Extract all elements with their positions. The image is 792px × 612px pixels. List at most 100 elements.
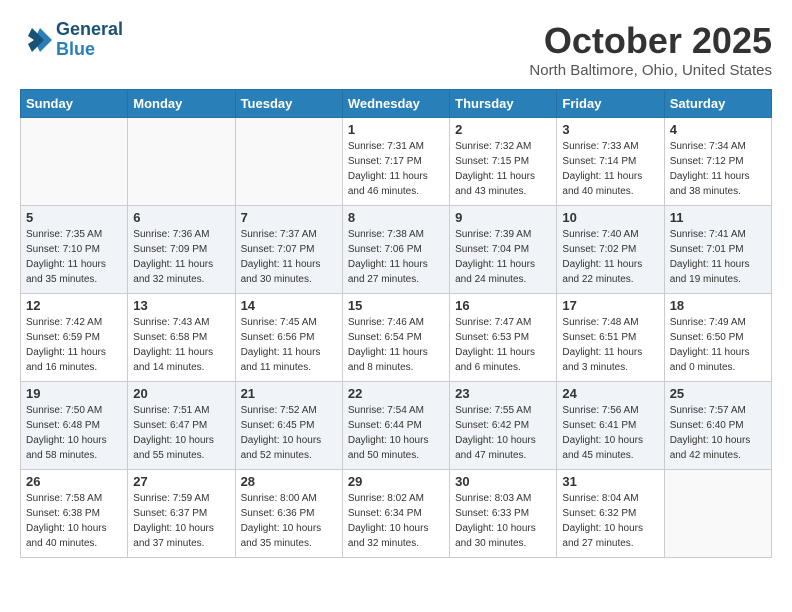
day-number: 28 bbox=[241, 474, 337, 489]
day-cell bbox=[128, 118, 235, 206]
day-cell: 15Sunrise: 7:46 AM Sunset: 6:54 PM Dayli… bbox=[342, 294, 449, 382]
day-info: Sunrise: 7:58 AM Sunset: 6:38 PM Dayligh… bbox=[26, 491, 122, 551]
day-cell: 30Sunrise: 8:03 AM Sunset: 6:33 PM Dayli… bbox=[450, 470, 557, 558]
day-info: Sunrise: 7:32 AM Sunset: 7:15 PM Dayligh… bbox=[455, 139, 551, 199]
day-cell: 21Sunrise: 7:52 AM Sunset: 6:45 PM Dayli… bbox=[235, 382, 342, 470]
day-cell: 3 Sunrise: 7:33 AM Sunset: 7:14 PM Daylig… bbox=[557, 118, 664, 206]
day-info: Sunrise: 7:40 AM Sunset: 7:02 PM Dayligh… bbox=[562, 227, 658, 287]
day-cell: 27Sunrise: 7:59 AM Sunset: 6:37 PM Dayli… bbox=[128, 470, 235, 558]
day-cell: 24Sunrise: 7:56 AM Sunset: 6:41 PM Dayli… bbox=[557, 382, 664, 470]
day-cell bbox=[235, 118, 342, 206]
calendar-table: SundayMondayTuesdayWednesdayThursdayFrid… bbox=[20, 89, 772, 558]
day-info: Sunrise: 7:43 AM Sunset: 6:58 PM Dayligh… bbox=[133, 315, 229, 375]
day-info: Sunrise: 7:46 AM Sunset: 6:54 PM Dayligh… bbox=[348, 315, 444, 375]
day-info: Sunrise: 7:37 AM Sunset: 7:07 PM Dayligh… bbox=[241, 227, 337, 287]
day-cell: 20 Sunrise: 7:51 AM Sunset: 6:47 PM Dayli… bbox=[128, 382, 235, 470]
day-cell: 16Sunrise: 7:47 AM Sunset: 6:53 PM Dayli… bbox=[450, 294, 557, 382]
day-cell: 7 Sunrise: 7:37 AM Sunset: 7:07 PM Daylig… bbox=[235, 206, 342, 294]
day-info: Sunrise: 7:49 AM Sunset: 6:50 PM Dayligh… bbox=[670, 315, 766, 375]
day-info: Sunrise: 8:00 AM Sunset: 6:36 PM Dayligh… bbox=[241, 491, 337, 551]
title-block: October 2025 North Baltimore, Ohio, Unit… bbox=[529, 20, 772, 79]
day-info: Sunrise: 7:41 AM Sunset: 7:01 PM Dayligh… bbox=[670, 227, 766, 287]
logo-line1: General bbox=[56, 19, 123, 39]
day-cell: 6Sunrise: 7:36 AM Sunset: 7:09 PM Daylig… bbox=[128, 206, 235, 294]
day-info: Sunrise: 7:36 AM Sunset: 7:09 PM Dayligh… bbox=[133, 227, 229, 287]
day-number: 13 bbox=[133, 298, 229, 313]
day-cell: 9 Sunrise: 7:39 AM Sunset: 7:04 PM Daylig… bbox=[450, 206, 557, 294]
day-info: Sunrise: 8:04 AM Sunset: 6:32 PM Dayligh… bbox=[562, 491, 658, 551]
col-header-tuesday: Tuesday bbox=[235, 90, 342, 118]
day-number: 16 bbox=[455, 298, 551, 313]
logo-icon bbox=[20, 24, 52, 56]
day-number: 22 bbox=[348, 386, 444, 401]
day-info: Sunrise: 7:39 AM Sunset: 7:04 PM Dayligh… bbox=[455, 227, 551, 287]
day-number: 20 bbox=[133, 386, 229, 401]
day-cell: 29Sunrise: 8:02 AM Sunset: 6:34 PM Dayli… bbox=[342, 470, 449, 558]
day-number: 31 bbox=[562, 474, 658, 489]
day-number: 1 bbox=[348, 122, 444, 137]
week-row-3: 12 Sunrise: 7:42 AM Sunset: 6:59 PM Dayli… bbox=[21, 294, 772, 382]
day-cell: 18 Sunrise: 7:49 AM Sunset: 6:50 PM Dayli… bbox=[664, 294, 771, 382]
day-cell bbox=[664, 470, 771, 558]
week-row-1: 1 Sunrise: 7:31 AM Sunset: 7:17 PM Daylig… bbox=[21, 118, 772, 206]
day-number: 27 bbox=[133, 474, 229, 489]
day-cell: 4 Sunrise: 7:34 AM Sunset: 7:12 PM Daylig… bbox=[664, 118, 771, 206]
week-row-5: 26 Sunrise: 7:58 AM Sunset: 6:38 PM Dayli… bbox=[21, 470, 772, 558]
day-info: Sunrise: 7:35 AM Sunset: 7:10 PM Dayligh… bbox=[26, 227, 122, 287]
day-cell: 12 Sunrise: 7:42 AM Sunset: 6:59 PM Dayli… bbox=[21, 294, 128, 382]
day-info: Sunrise: 7:55 AM Sunset: 6:42 PM Dayligh… bbox=[455, 403, 551, 463]
day-info: Sunrise: 7:50 AM Sunset: 6:48 PM Dayligh… bbox=[26, 403, 122, 463]
day-cell: 5 Sunrise: 7:35 AM Sunset: 7:10 PM Daylig… bbox=[21, 206, 128, 294]
day-number: 8 bbox=[348, 210, 444, 225]
day-info: Sunrise: 7:45 AM Sunset: 6:56 PM Dayligh… bbox=[241, 315, 337, 375]
day-info: Sunrise: 7:33 AM Sunset: 7:14 PM Dayligh… bbox=[562, 139, 658, 199]
day-cell: 13 Sunrise: 7:43 AM Sunset: 6:58 PM Dayli… bbox=[128, 294, 235, 382]
day-number: 4 bbox=[670, 122, 766, 137]
location-subtitle: North Baltimore, Ohio, United States bbox=[529, 62, 772, 79]
header-row: SundayMondayTuesdayWednesdayThursdayFrid… bbox=[21, 90, 772, 118]
day-number: 10 bbox=[562, 210, 658, 225]
col-header-thursday: Thursday bbox=[450, 90, 557, 118]
day-number: 5 bbox=[26, 210, 122, 225]
day-cell: 22 Sunrise: 7:54 AM Sunset: 6:44 PM Dayli… bbox=[342, 382, 449, 470]
day-number: 19 bbox=[26, 386, 122, 401]
logo-line2: Blue bbox=[56, 39, 95, 59]
day-info: Sunrise: 8:03 AM Sunset: 6:33 PM Dayligh… bbox=[455, 491, 551, 551]
week-row-2: 5 Sunrise: 7:35 AM Sunset: 7:10 PM Daylig… bbox=[21, 206, 772, 294]
week-row-4: 19 Sunrise: 7:50 AM Sunset: 6:48 PM Dayli… bbox=[21, 382, 772, 470]
day-info: Sunrise: 7:34 AM Sunset: 7:12 PM Dayligh… bbox=[670, 139, 766, 199]
day-info: Sunrise: 7:51 AM Sunset: 6:47 PM Dayligh… bbox=[133, 403, 229, 463]
page-header: General Blue October 2025 North Baltimor… bbox=[20, 20, 772, 79]
col-header-saturday: Saturday bbox=[664, 90, 771, 118]
day-cell: 28 Sunrise: 8:00 AM Sunset: 6:36 PM Dayli… bbox=[235, 470, 342, 558]
day-number: 23 bbox=[455, 386, 551, 401]
day-info: Sunrise: 8:02 AM Sunset: 6:34 PM Dayligh… bbox=[348, 491, 444, 551]
day-info: Sunrise: 7:31 AM Sunset: 7:17 PM Dayligh… bbox=[348, 139, 444, 199]
day-number: 18 bbox=[670, 298, 766, 313]
day-cell: 14Sunrise: 7:45 AM Sunset: 6:56 PM Dayli… bbox=[235, 294, 342, 382]
day-number: 12 bbox=[26, 298, 122, 313]
day-cell: 17Sunrise: 7:48 AM Sunset: 6:51 PM Dayli… bbox=[557, 294, 664, 382]
day-info: Sunrise: 7:52 AM Sunset: 6:45 PM Dayligh… bbox=[241, 403, 337, 463]
day-number: 7 bbox=[241, 210, 337, 225]
day-info: Sunrise: 7:57 AM Sunset: 6:40 PM Dayligh… bbox=[670, 403, 766, 463]
day-cell: 8 Sunrise: 7:38 AM Sunset: 7:06 PM Daylig… bbox=[342, 206, 449, 294]
month-title: October 2025 bbox=[529, 20, 772, 62]
day-cell: 25Sunrise: 7:57 AM Sunset: 6:40 PM Dayli… bbox=[664, 382, 771, 470]
day-info: Sunrise: 7:38 AM Sunset: 7:06 PM Dayligh… bbox=[348, 227, 444, 287]
day-number: 26 bbox=[26, 474, 122, 489]
day-cell bbox=[21, 118, 128, 206]
day-info: Sunrise: 7:54 AM Sunset: 6:44 PM Dayligh… bbox=[348, 403, 444, 463]
day-cell: 2 Sunrise: 7:32 AM Sunset: 7:15 PM Daylig… bbox=[450, 118, 557, 206]
day-number: 11 bbox=[670, 210, 766, 225]
day-cell: 26 Sunrise: 7:58 AM Sunset: 6:38 PM Dayli… bbox=[21, 470, 128, 558]
col-header-sunday: Sunday bbox=[21, 90, 128, 118]
day-number: 9 bbox=[455, 210, 551, 225]
col-header-friday: Friday bbox=[557, 90, 664, 118]
col-header-monday: Monday bbox=[128, 90, 235, 118]
day-number: 2 bbox=[455, 122, 551, 137]
day-number: 3 bbox=[562, 122, 658, 137]
day-cell: 10 Sunrise: 7:40 AM Sunset: 7:02 PM Dayli… bbox=[557, 206, 664, 294]
day-info: Sunrise: 7:42 AM Sunset: 6:59 PM Dayligh… bbox=[26, 315, 122, 375]
logo: General Blue bbox=[20, 20, 123, 60]
